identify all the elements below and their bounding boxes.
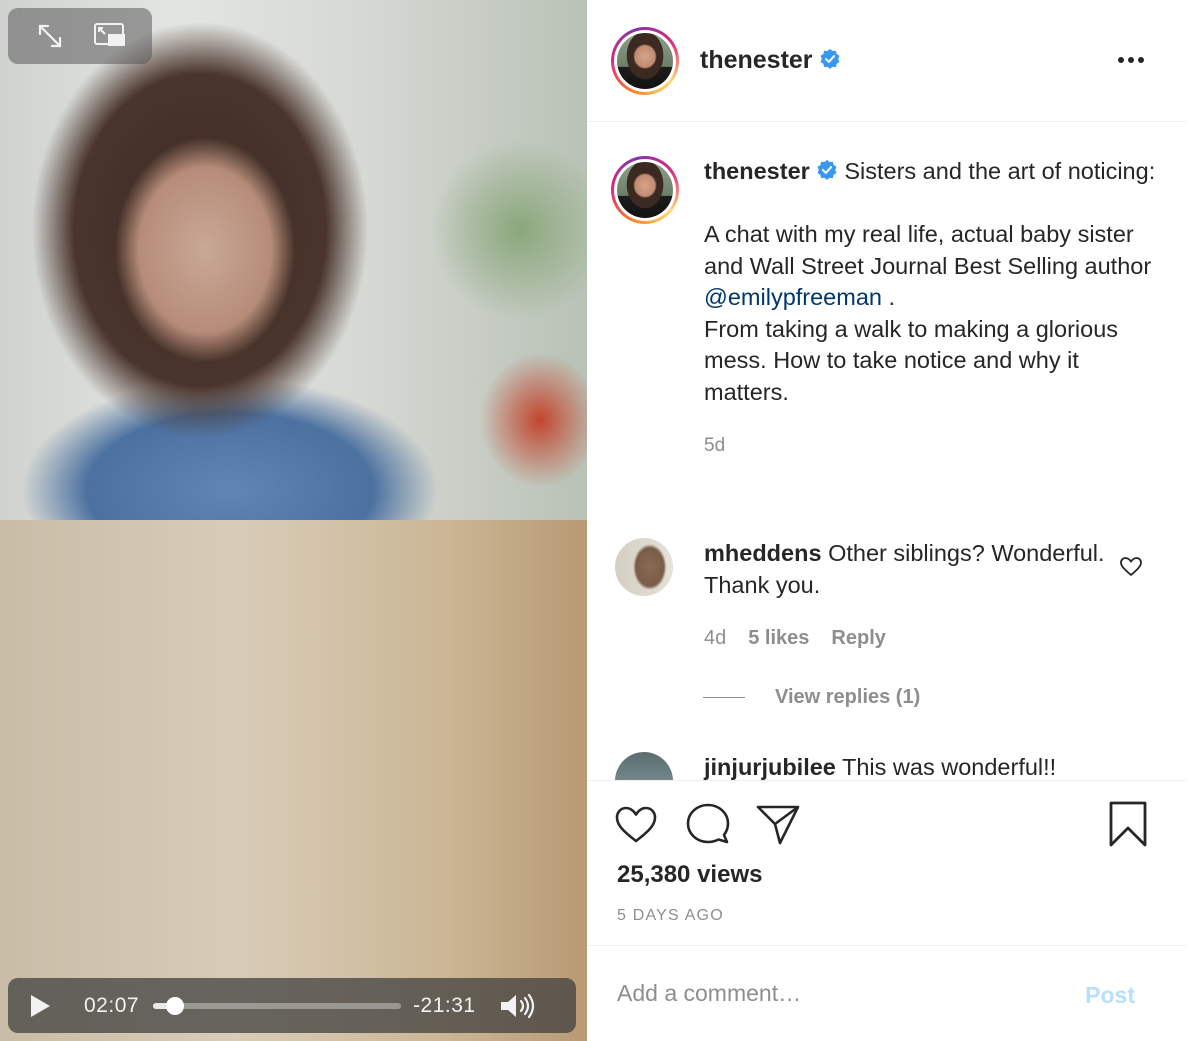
username-text[interactable]: thenester [700, 46, 813, 74]
video-controls-bar: 02:07 -21:31 [8, 978, 576, 1033]
avatar[interactable] [611, 26, 679, 95]
post-comment-button[interactable]: Post [1085, 982, 1135, 1009]
post-actions: 25,380 views 5 DAYS AGO [587, 780, 1187, 946]
share-icon[interactable] [755, 801, 801, 847]
verified-badge-icon [817, 159, 837, 180]
post-date[interactable]: 5 DAYS AGO [617, 907, 724, 925]
remaining-time: -21:31 [413, 993, 476, 1017]
play-icon[interactable] [22, 988, 58, 1024]
comment-username[interactable]: mheddens [704, 540, 822, 566]
video-frame-host [0, 0, 587, 520]
picture-in-picture-icon[interactable] [92, 18, 128, 54]
caption-avatar[interactable] [611, 156, 679, 224]
post-panel: thenester thenester Sisters and the art … [587, 0, 1200, 1041]
comment-timestamp[interactable]: 4d [704, 623, 726, 655]
comment-item: mheddens Other siblings? Wonderful. Than… [615, 538, 1134, 655]
view-replies-button[interactable]: View replies (1) [703, 686, 920, 709]
comment-likes[interactable]: 5 likes [748, 623, 809, 655]
volume-icon[interactable] [498, 988, 538, 1024]
post-caption: thenester Sisters and the art of noticin… [611, 156, 1164, 462]
video-top-controls [8, 8, 152, 64]
expand-icon[interactable] [32, 18, 68, 54]
video-scrubber[interactable] [153, 996, 402, 1015]
caption-title: Sisters and the art of noticing: [844, 158, 1156, 184]
comment-like-heart-icon[interactable] [1119, 555, 1143, 579]
add-comment-form: Post [587, 946, 1187, 1041]
reply-button[interactable]: Reply [831, 623, 885, 655]
post-author-username[interactable]: thenester [700, 46, 841, 75]
video-frame-guest [0, 520, 587, 1041]
caption-text: A chat with my real life, actual baby si… [704, 221, 1152, 279]
add-comment-input[interactable] [617, 980, 1037, 1007]
caption-timestamp[interactable]: 5d [704, 430, 1164, 462]
comment-username[interactable]: jinjurjubilee [704, 754, 836, 780]
comment-text: This was wonderful!! [842, 754, 1057, 780]
view-count[interactable]: 25,380 views [617, 861, 762, 889]
verified-badge-icon [820, 48, 839, 69]
comments-scroll-area[interactable]: thenester Sisters and the art of noticin… [587, 122, 1187, 780]
comment-item: jinjurjubilee This was wonderful!! [615, 752, 1134, 780]
current-time: 02:07 [84, 993, 140, 1017]
view-replies-label[interactable]: View replies (1) [775, 686, 920, 709]
more-options-icon[interactable] [1111, 48, 1151, 72]
video-player[interactable]: 02:07 -21:31 [0, 0, 587, 1041]
comment-icon[interactable] [685, 801, 731, 847]
scrubber-handle[interactable] [166, 996, 185, 1015]
bookmark-icon[interactable] [1105, 801, 1151, 847]
comment-avatar[interactable] [615, 752, 673, 780]
post-header: thenester [587, 0, 1187, 122]
caption-username[interactable]: thenester [704, 158, 810, 184]
heart-icon[interactable] [613, 801, 659, 847]
caption-mention-link[interactable]: @emilypfreeman [704, 284, 882, 310]
comment-avatar[interactable] [615, 538, 673, 596]
